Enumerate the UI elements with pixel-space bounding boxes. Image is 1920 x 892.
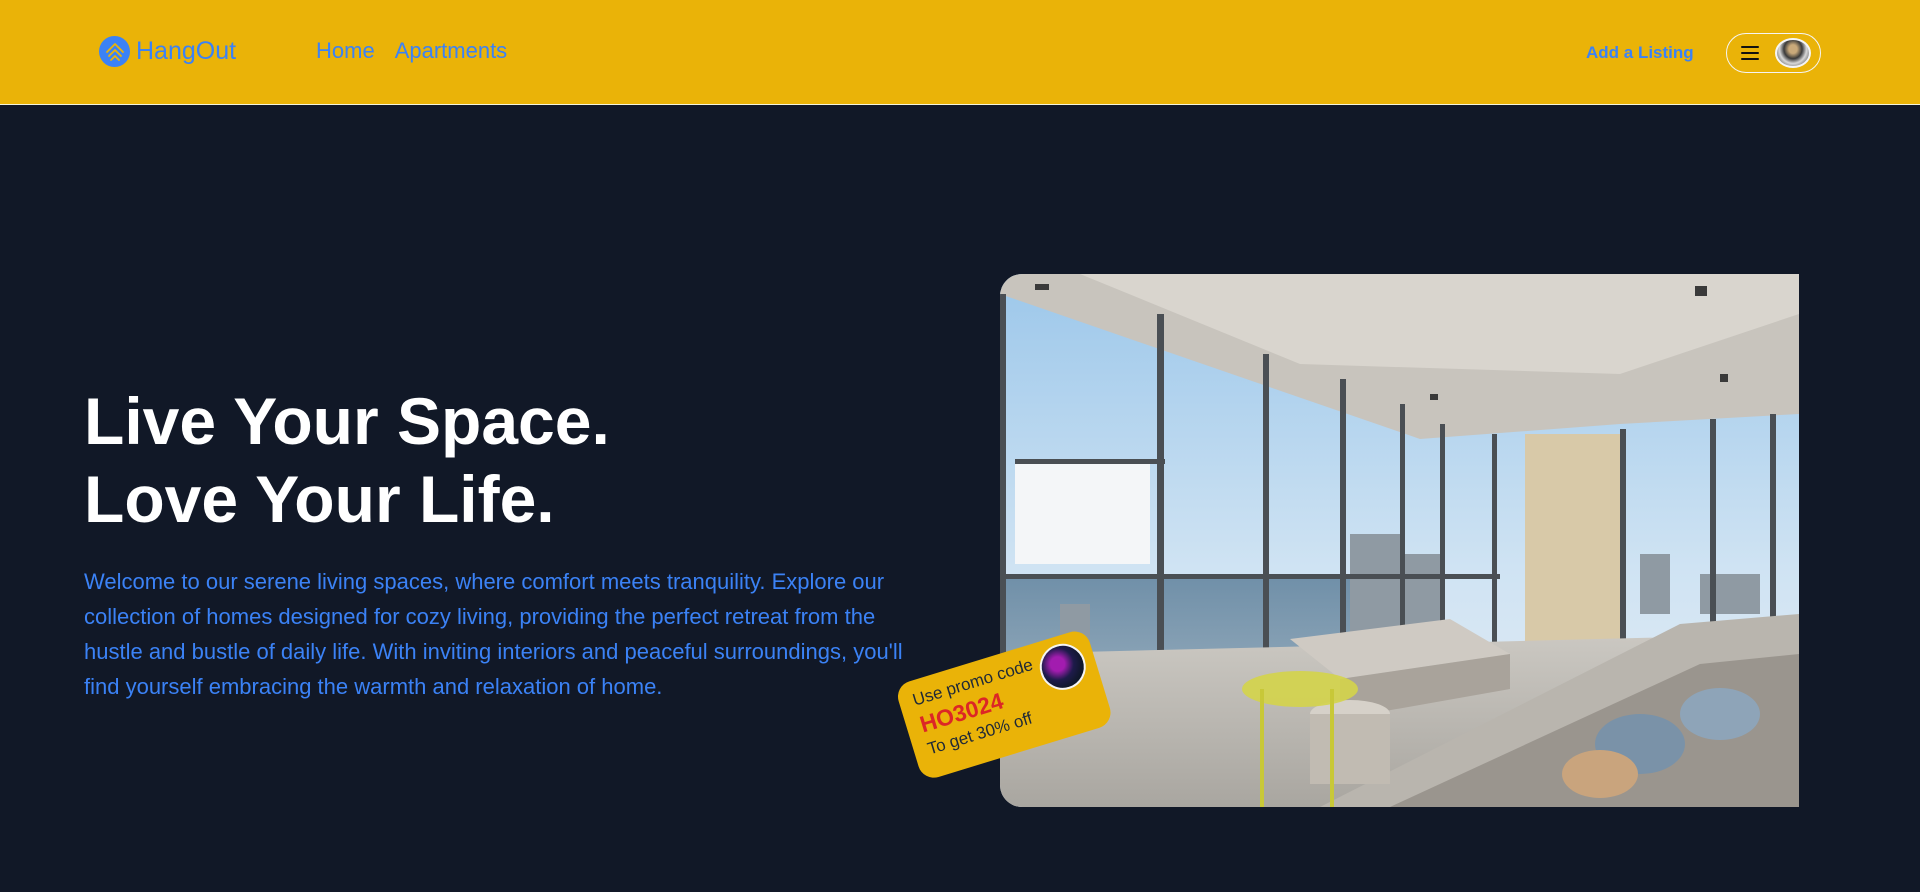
hero-apartment-photo	[1000, 274, 1799, 807]
nav-link-apartments[interactable]: Apartments	[395, 38, 508, 64]
menu-icon	[1741, 46, 1759, 60]
add-listing-link[interactable]: Add a Listing	[1586, 43, 1694, 63]
hero-title-line-2: Love Your Life.	[84, 462, 555, 536]
main-nav: Home Apartments	[316, 38, 507, 64]
navbar: HangOut Home Apartments Add a Listing	[0, 0, 1920, 105]
brand-name: HangOut	[136, 37, 237, 65]
user-avatar	[1775, 38, 1811, 68]
hero-title: Live Your Space. Love Your Life.	[84, 382, 610, 538]
brand-link[interactable]: HangOut	[99, 36, 236, 67]
hangout-logo-icon	[99, 36, 130, 67]
user-menu-button[interactable]	[1726, 33, 1821, 73]
hero-title-line-1: Live Your Space.	[84, 384, 610, 458]
hero-description: Welcome to our serene living spaces, whe…	[84, 569, 903, 699]
nav-link-home[interactable]: Home	[316, 38, 375, 64]
